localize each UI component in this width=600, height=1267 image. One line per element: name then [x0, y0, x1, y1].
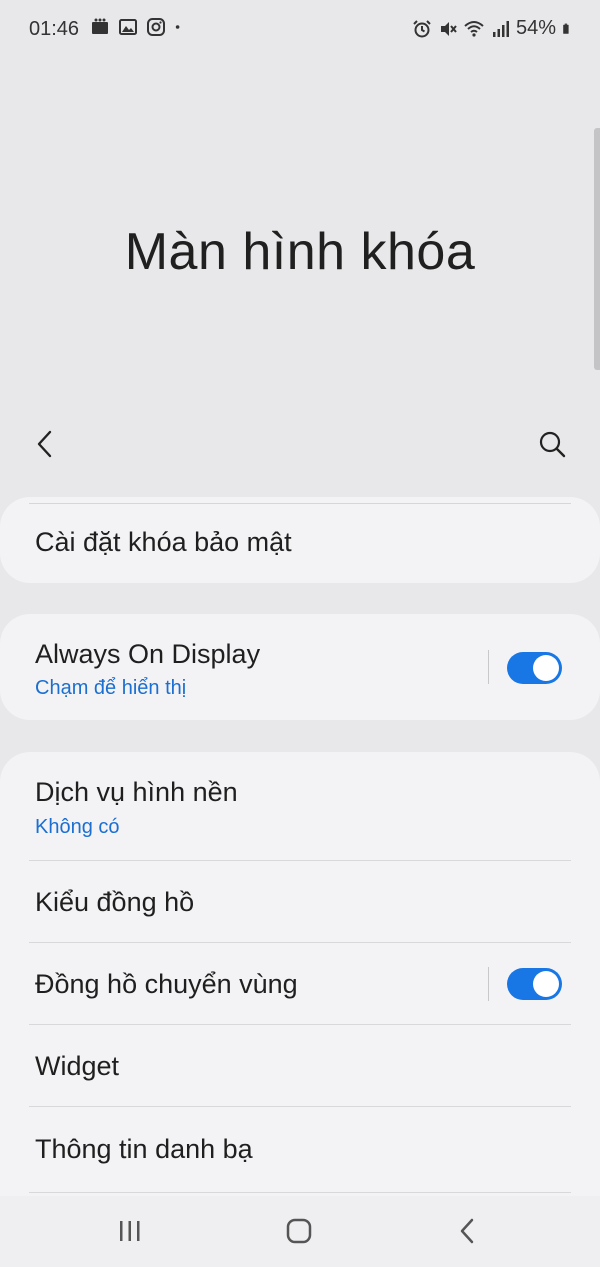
divider	[29, 1192, 571, 1193]
dot-icon	[175, 25, 180, 29]
battery-percent: 54%	[515, 17, 556, 39]
chevron-left-icon	[37, 430, 52, 458]
aod-subtitle: Chạm để hiển thị	[35, 677, 187, 699]
wallpaper-services-title: Dịch vụ hình nền	[35, 777, 238, 807]
contact-info-label: Thông tin danh bạ	[35, 1134, 253, 1164]
clock-style-label: Kiểu đồng hồ	[35, 887, 195, 917]
status-left-icons	[90, 17, 186, 37]
battery-icon	[563, 23, 569, 34]
notification-icon	[92, 18, 108, 34]
back-arrow-icon	[460, 1218, 474, 1244]
instagram-icon	[147, 18, 165, 36]
security-card: Cài đặt khóa bảo mật	[0, 497, 600, 583]
page-title: Màn hình khóa	[124, 223, 476, 281]
aod-card: Always On Display Chạm để hiển thị	[0, 614, 600, 720]
security-lock-label: Cài đặt khóa bảo mật	[35, 527, 292, 557]
navigation-bar	[0, 1196, 600, 1267]
mute-icon	[440, 21, 457, 36]
roaming-clock-label: Đồng hồ chuyển vùng	[35, 969, 298, 999]
widget-item[interactable]: Widget	[0, 1025, 600, 1106]
aod-title: Always On Display	[35, 639, 261, 669]
lockscreen-options-card: Dịch vụ hình nền Không có Kiểu đồng hồ Đ…	[0, 752, 600, 1212]
wallpaper-services-subtitle: Không có	[35, 816, 120, 838]
search-icon	[539, 431, 566, 458]
nav-back-button[interactable]	[448, 1214, 488, 1248]
security-lock-item[interactable]: Cài đặt khóa bảo mật	[0, 497, 600, 583]
toggle-knob	[533, 971, 559, 997]
signal-icon	[492, 20, 509, 37]
alarm-icon	[413, 19, 431, 37]
search-button[interactable]	[532, 424, 572, 464]
aod-toggle[interactable]	[507, 652, 562, 684]
home-button[interactable]	[279, 1214, 319, 1248]
gallery-icon	[119, 19, 137, 35]
wallpaper-services-item[interactable]: Dịch vụ hình nền Không có	[0, 752, 600, 860]
vertical-separator	[488, 650, 489, 684]
home-icon	[286, 1218, 312, 1244]
recent-apps-icon	[120, 1221, 140, 1241]
vertical-separator	[488, 967, 489, 1001]
aod-item[interactable]: Always On Display Chạm để hiển thị	[0, 614, 600, 720]
widget-label: Widget	[35, 1051, 120, 1081]
status-right-icons: 54%	[412, 17, 574, 40]
clock-style-item[interactable]: Kiểu đồng hồ	[0, 861, 600, 942]
wifi-icon	[464, 20, 484, 37]
status-time: 01:46	[29, 18, 80, 40]
recent-apps-button[interactable]	[110, 1214, 150, 1248]
back-button[interactable]	[30, 424, 66, 464]
contact-info-item[interactable]: Thông tin danh bạ	[0, 1107, 600, 1191]
status-bar: 01:46 54%	[0, 0, 600, 60]
roaming-clock-toggle[interactable]	[507, 968, 562, 1000]
toggle-knob	[533, 655, 559, 681]
roaming-clock-item[interactable]: Đồng hồ chuyển vùng	[0, 943, 600, 1024]
